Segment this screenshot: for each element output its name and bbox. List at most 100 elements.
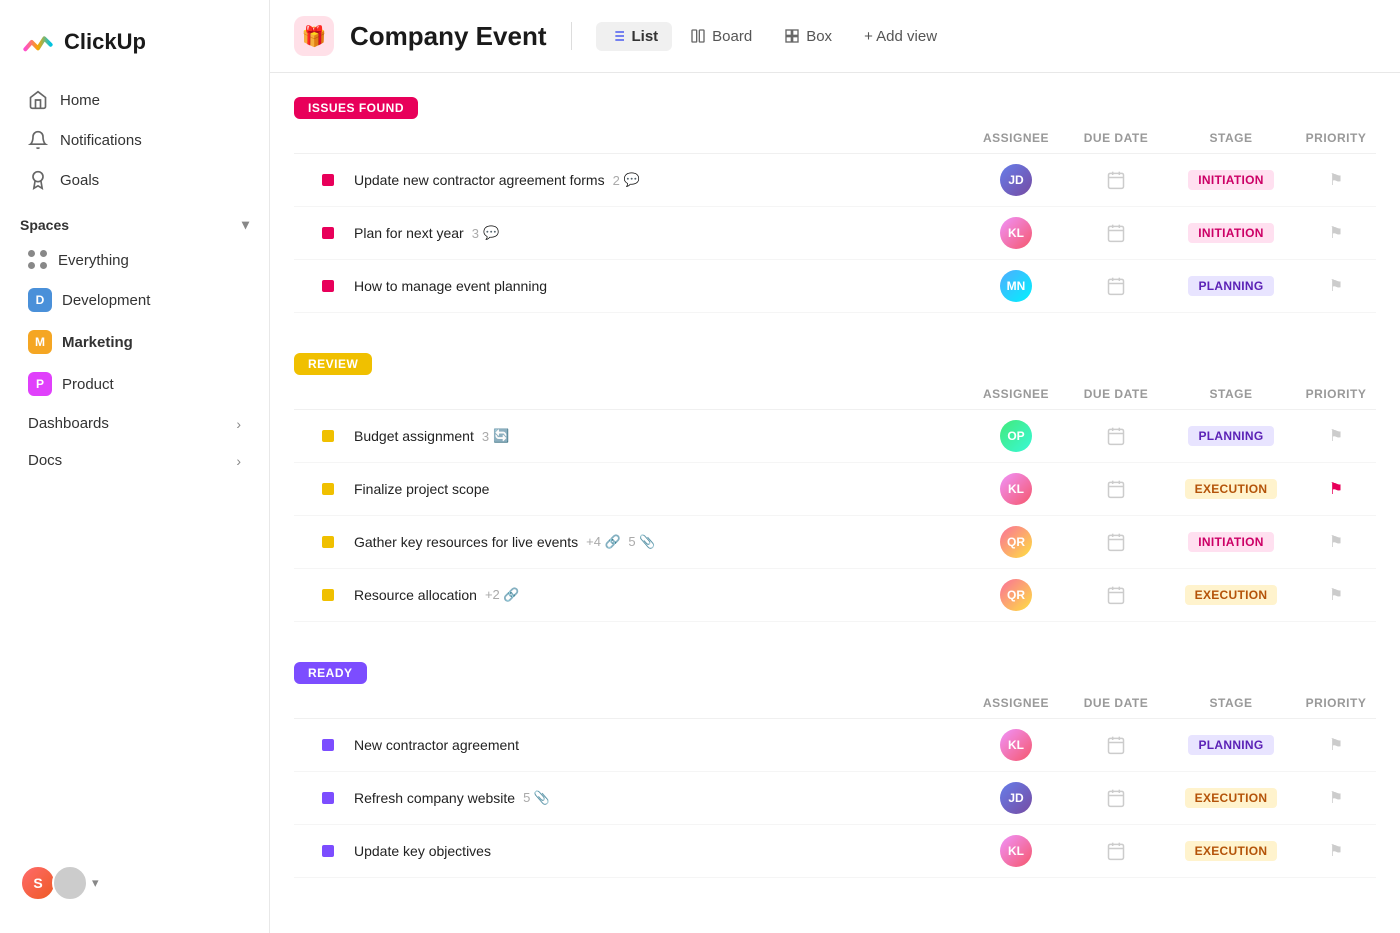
list-icon [610,28,626,44]
sidebar-item-dashboards[interactable]: Dashboards › [8,405,261,442]
task-row[interactable]: Refresh company website 5 📎 JD EXECUTION [294,772,1376,825]
task-name-wrap: Refresh company website 5 📎 [294,790,966,806]
calendar-icon [1106,426,1126,446]
task-duedate[interactable] [1066,788,1166,808]
task-meta: 3 💬 [472,225,499,241]
chevron-down-icon[interactable]: ▾ [242,216,249,233]
tab-list[interactable]: List [596,22,673,51]
stage-badge[interactable]: PLANNING [1188,426,1273,446]
header-divider [571,22,572,50]
task-duedate[interactable] [1066,735,1166,755]
stage-badge[interactable]: INITIATION [1188,532,1273,552]
task-row[interactable]: How to manage event planning MN PLANNING… [294,260,1376,313]
task-priority[interactable]: ⚑ [1296,276,1376,296]
stage-badge[interactable]: EXECUTION [1185,585,1278,605]
task-priority[interactable]: ⚑ [1296,479,1376,499]
sidebar-item-goals[interactable]: Goals [8,160,261,200]
group-issues: ISSUES FOUND ASSIGNEE DUE DATE STAGE PRI… [294,89,1376,313]
add-view-button[interactable]: + Add view [850,22,951,51]
task-priority[interactable]: ⚑ [1296,223,1376,243]
task-priority[interactable]: ⚑ [1296,426,1376,446]
task-assignee: QR [966,579,1066,611]
group-ready: READY ASSIGNEE DUE DATE STAGE PRIORITY N… [294,654,1376,878]
col-header-assignee: ASSIGNEE [966,387,1066,401]
avatar: KL [1000,729,1032,761]
goals-icon [28,170,48,190]
stage-badge[interactable]: PLANNING [1188,276,1273,296]
home-label: Home [60,92,100,109]
sidebar-item-product[interactable]: P Product [8,363,261,405]
sidebar-item-development[interactable]: D Development [8,279,261,321]
task-priority[interactable]: ⚑ [1296,170,1376,190]
col-headers-review: ASSIGNEE DUE DATE STAGE PRIORITY [294,379,1376,410]
sidebar-item-home[interactable]: Home [8,80,261,120]
task-priority[interactable]: ⚑ [1296,788,1376,808]
group-badge-review[interactable]: REVIEW [294,353,372,375]
task-row[interactable]: Update new contractor agreement forms 2 … [294,154,1376,207]
stage-badge[interactable]: EXECUTION [1185,479,1278,499]
task-row[interactable]: New contractor agreement KL PLANNING ⚑ [294,719,1376,772]
task-assignee: QR [966,526,1066,558]
task-name: Update key objectives [354,843,491,859]
marketing-badge: M [28,330,52,354]
task-assignee: KL [966,835,1066,867]
task-name: Gather key resources for live events [354,534,578,550]
sidebar-item-everything[interactable]: Everything [8,241,261,279]
task-name: Refresh company website [354,790,515,806]
user-avatar-secondary[interactable] [52,865,88,901]
clickup-logo-icon [20,24,56,60]
calendar-icon [1106,532,1126,552]
task-row[interactable]: Finalize project scope KL EXECUTION ⚑ [294,463,1376,516]
user-menu-chevron-icon[interactable]: ▾ [92,875,99,891]
stage-badge[interactable]: PLANNING [1188,735,1273,755]
group-badge-issues[interactable]: ISSUES FOUND [294,97,418,119]
user-avatar-s[interactable]: S [20,865,56,901]
col-headers-issues: ASSIGNEE DUE DATE STAGE PRIORITY [294,123,1376,154]
sidebar-item-docs[interactable]: Docs › [8,442,261,479]
stage-badge[interactable]: INITIATION [1188,223,1273,243]
task-name: New contractor agreement [354,737,519,753]
task-row[interactable]: Gather key resources for live events +4 … [294,516,1376,569]
task-duedate[interactable] [1066,426,1166,446]
task-duedate[interactable] [1066,841,1166,861]
goals-label: Goals [60,172,99,189]
tab-box[interactable]: Box [770,22,846,51]
stage-badge[interactable]: EXECUTION [1185,788,1278,808]
task-area: ISSUES FOUND ASSIGNEE DUE DATE STAGE PRI… [270,73,1400,933]
col-header-stage: STAGE [1166,131,1296,145]
refresh-icon: 🔄 [493,428,509,444]
home-icon [28,90,48,110]
task-priority[interactable]: ⚑ [1296,735,1376,755]
task-duedate[interactable] [1066,223,1166,243]
task-duedate[interactable] [1066,479,1166,499]
development-label: Development [62,292,150,309]
sidebar-item-marketing[interactable]: M Marketing [8,321,261,363]
task-name: Finalize project scope [354,481,489,497]
sidebar-item-notifications[interactable]: Notifications [8,120,261,160]
task-priority[interactable]: ⚑ [1296,585,1376,605]
task-row[interactable]: Budget assignment 3 🔄 OP PLANNING [294,410,1376,463]
task-stage: PLANNING [1166,276,1296,296]
task-duedate[interactable] [1066,276,1166,296]
task-priority[interactable]: ⚑ [1296,841,1376,861]
task-row[interactable]: Update key objectives KL EXECUTION ⚑ [294,825,1376,878]
stage-badge[interactable]: EXECUTION [1185,841,1278,861]
group-badge-ready[interactable]: READY [294,662,367,684]
priority-flag-icon: ⚑ [1329,223,1343,243]
sidebar: ClickUp Home Notifications Goals Spaces … [0,0,270,933]
task-duedate[interactable] [1066,532,1166,552]
task-duedate[interactable] [1066,585,1166,605]
stage-badge[interactable]: INITIATION [1188,170,1273,190]
task-name-wrap: New contractor agreement [294,737,966,753]
main-header: 🎁 Company Event List Board B [270,0,1400,73]
tab-board[interactable]: Board [676,22,766,51]
task-name-wrap: How to manage event planning [294,278,966,294]
task-duedate[interactable] [1066,170,1166,190]
logo-area: ClickUp [0,16,269,80]
task-row[interactable]: Plan for next year 3 💬 KL INITIATION [294,207,1376,260]
priority-flag-icon: ⚑ [1329,426,1343,446]
task-row[interactable]: Resource allocation +2 🔗 QR EXECUTION [294,569,1376,622]
task-priority[interactable]: ⚑ [1296,532,1376,552]
board-icon [690,28,706,44]
priority-flag-icon: ⚑ [1329,841,1343,861]
